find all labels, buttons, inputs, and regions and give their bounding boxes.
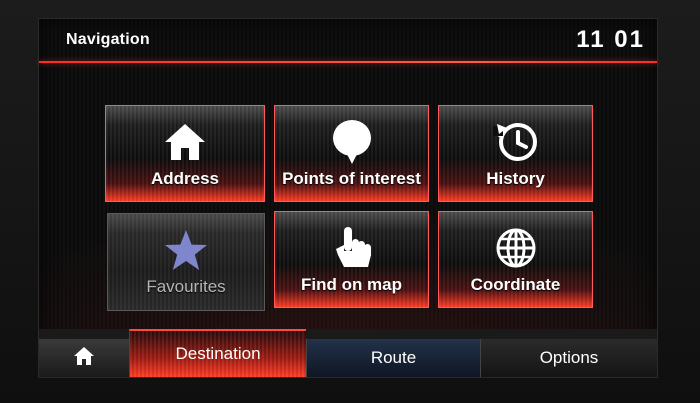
pointing-hand-icon [329,225,375,271]
nav-screen: Navigation 11 01 Address Points of inter… [38,18,658,378]
star-icon [163,227,209,273]
history-clock-icon [492,119,539,165]
tab-options-label: Options [539,348,599,367]
favourites-label: Favourites [146,277,226,296]
globe-icon [493,225,539,271]
history-button[interactable]: History [438,105,593,202]
coordinate-label: Coordinate [470,274,561,294]
tab-route-label: Route [370,348,417,367]
find-on-map-button[interactable]: Find on map [274,211,429,308]
favourites-button[interactable]: Favourites [107,213,265,311]
tab-destination-label: Destination [175,344,261,363]
header-bar: Navigation 11 01 [39,19,657,61]
address-label: Address [150,168,220,188]
house-icon [162,119,208,165]
header-divider [39,61,657,63]
tab-options[interactable]: Options [480,339,657,377]
tab-home[interactable] [39,339,129,377]
page-title: Navigation [66,31,150,48]
tab-destination[interactable]: Destination [129,329,306,377]
points-of-interest-button[interactable]: Points of interest [274,105,429,202]
points-of-interest-label: Points of interest [282,168,421,188]
address-button[interactable]: Address [105,105,265,202]
clock-readout: 11 01 [576,26,645,53]
history-label: History [486,168,545,188]
find-on-map-label: Find on map [300,274,403,294]
poi-pin-icon [329,119,375,165]
coordinate-button[interactable]: Coordinate [438,211,593,308]
bottom-tab-bar: Destination Route Options [39,329,657,377]
tab-route[interactable]: Route [306,339,480,377]
home-icon [73,346,95,371]
